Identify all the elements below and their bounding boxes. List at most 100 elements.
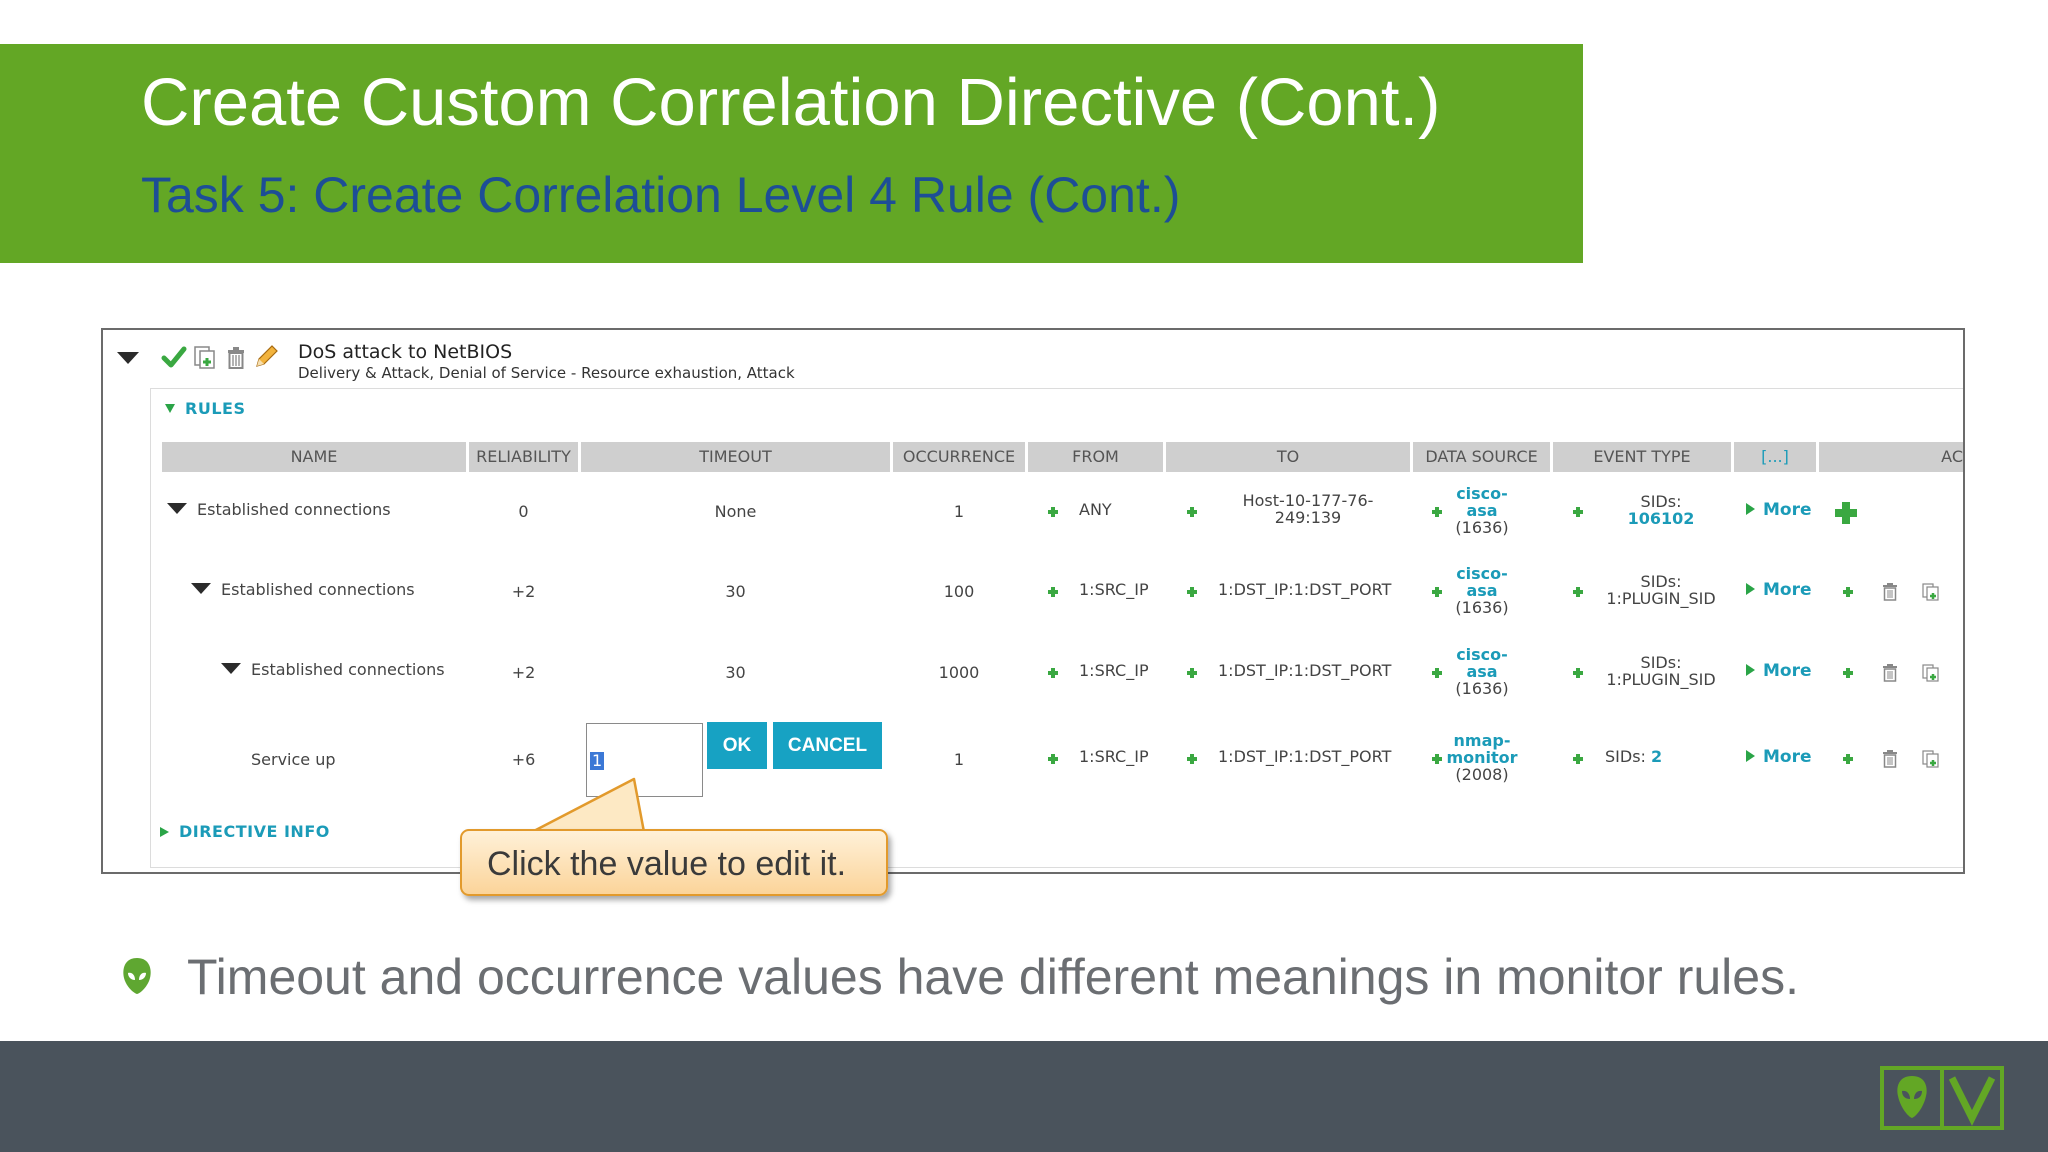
trash-icon[interactable] <box>223 344 249 370</box>
rule-name-cell[interactable]: Established connections <box>221 660 445 679</box>
add-to-icon[interactable] <box>1187 754 1197 764</box>
data-source-count: (1636) <box>1455 518 1509 537</box>
to-value[interactable]: 1:DST_IP:1:DST_PORT <box>1218 661 1391 680</box>
data-source-count: (1636) <box>1455 598 1509 617</box>
timeout-value[interactable]: 30 <box>581 582 890 601</box>
collapse-rule-icon[interactable] <box>191 583 211 594</box>
ok-button[interactable]: OK <box>707 722 767 769</box>
delete-rule-icon[interactable] <box>1883 583 1897 601</box>
directive-name: DoS attack to NetBIOS <box>298 341 513 363</box>
event-type-value[interactable]: SIDs: 1:PLUGIN_SID <box>1596 654 1726 688</box>
data-source-value[interactable]: cisco-asa (1636) <box>1437 646 1527 697</box>
to-value[interactable]: 1:DST_IP:1:DST_PORT <box>1218 580 1391 599</box>
to-value[interactable]: Host-10-177-76- 249:139 <box>1213 492 1403 526</box>
to-line-2: 249:139 <box>1274 508 1342 527</box>
data-source-count: (1636) <box>1455 679 1509 698</box>
rule-name-cell[interactable]: Established connections <box>191 580 415 599</box>
directive-header: DoS attack to NetBIOS Delivery & Attack,… <box>103 330 1963 390</box>
slide-subtitle: Task 5: Create Correlation Level 4 Rule … <box>141 167 1181 223</box>
col-header-data-source: DATA SOURCE <box>1413 442 1550 472</box>
event-type-value[interactable]: SIDs: 106102 <box>1596 493 1726 527</box>
bullet-text: Timeout and occurrence values have diffe… <box>187 949 1799 1005</box>
more-link[interactable]: More <box>1746 661 1812 681</box>
rule-name-cell[interactable]: Established connections <box>167 500 391 519</box>
add-event-type-icon[interactable] <box>1573 507 1583 517</box>
col-header-event-type: EVENT TYPE <box>1553 442 1731 472</box>
more-link[interactable]: More <box>1746 500 1812 520</box>
reliability-value[interactable]: +2 <box>469 582 578 601</box>
add-from-icon[interactable] <box>1048 668 1058 678</box>
data-source-value[interactable]: cisco-asa (1636) <box>1437 485 1527 536</box>
add-event-type-icon[interactable] <box>1573 754 1583 764</box>
timeout-edit-value: 1 <box>590 751 605 770</box>
add-from-icon[interactable] <box>1048 587 1058 597</box>
occurrence-value[interactable]: 100 <box>893 582 1025 601</box>
add-from-icon[interactable] <box>1048 754 1058 764</box>
callout-text: Click the value to edit it. <box>487 845 847 883</box>
col-header-actions: AC <box>1819 442 1963 472</box>
more-link[interactable]: More <box>1746 747 1812 767</box>
directive-info-toggle[interactable]: DIRECTIVE INFO <box>160 822 330 841</box>
add-from-icon[interactable] <box>1048 507 1058 517</box>
callout: Click the value to edit it. <box>460 829 888 896</box>
add-rule-icon[interactable] <box>1843 668 1853 678</box>
add-to-icon[interactable] <box>1187 507 1197 517</box>
check-icon[interactable] <box>161 344 187 370</box>
data-source-value[interactable]: nmap-monitor (2008) <box>1437 732 1527 783</box>
collapse-rule-icon[interactable] <box>167 503 187 514</box>
col-header-to: TO <box>1166 442 1410 472</box>
col-header-more-columns[interactable]: [...] <box>1734 442 1816 472</box>
alien-head-icon <box>123 958 151 994</box>
event-type-value[interactable]: SIDs: 2 <box>1605 747 1662 766</box>
delete-rule-icon[interactable] <box>1883 664 1897 682</box>
reliability-value[interactable]: +2 <box>469 663 578 682</box>
directive-taxonomy: Delivery & Attack, Denial of Service - R… <box>298 364 795 382</box>
collapse-directive-icon[interactable] <box>117 352 139 364</box>
sids-value: 1:PLUGIN_SID <box>1606 589 1716 608</box>
sids-label: SIDs: <box>1605 747 1646 766</box>
pencil-icon[interactable] <box>253 344 279 370</box>
col-header-occurrence: OCCURRENCE <box>893 442 1025 472</box>
from-value[interactable]: ANY <box>1079 500 1112 519</box>
alienvault-logo <box>1880 1066 2004 1130</box>
reliability-value[interactable]: 0 <box>469 502 578 521</box>
sids-value: 106102 <box>1627 509 1695 528</box>
add-event-type-icon[interactable] <box>1573 587 1583 597</box>
add-rule-icon[interactable] <box>1835 502 1857 524</box>
from-value[interactable]: 1:SRC_IP <box>1079 747 1149 766</box>
to-value[interactable]: 1:DST_IP:1:DST_PORT <box>1218 747 1391 766</box>
event-type-value[interactable]: SIDs: 1:PLUGIN_SID <box>1596 573 1726 607</box>
from-value[interactable]: 1:SRC_IP <box>1079 580 1149 599</box>
add-event-type-icon[interactable] <box>1573 668 1583 678</box>
sids-value: 2 <box>1651 747 1663 766</box>
slide-title: Create Custom Correlation Directive (Con… <box>141 65 1441 140</box>
rule-name: Established connections <box>251 660 445 679</box>
from-value[interactable]: 1:SRC_IP <box>1079 661 1149 680</box>
cancel-button[interactable]: CANCEL <box>773 722 882 769</box>
data-source-count: (2008) <box>1455 765 1509 784</box>
collapse-rule-icon[interactable] <box>221 663 241 674</box>
copy-rule-icon[interactable] <box>1921 749 1941 769</box>
timeout-value[interactable]: None <box>581 502 890 521</box>
timeout-value[interactable]: 30 <box>581 663 890 682</box>
occurrence-value[interactable]: 1000 <box>893 663 1025 682</box>
copy-icon[interactable] <box>191 344 217 370</box>
copy-rule-icon[interactable] <box>1921 663 1941 683</box>
add-to-icon[interactable] <box>1187 587 1197 597</box>
reliability-value[interactable]: +6 <box>469 750 578 769</box>
sids-value: 1:PLUGIN_SID <box>1606 670 1716 689</box>
add-rule-icon[interactable] <box>1843 587 1853 597</box>
data-source-value[interactable]: cisco-asa (1636) <box>1437 565 1527 616</box>
delete-rule-icon[interactable] <box>1883 750 1897 768</box>
copy-rule-icon[interactable] <box>1921 582 1941 602</box>
col-header-reliability: RELIABILITY <box>469 442 578 472</box>
rule-name[interactable]: Service up <box>251 750 336 769</box>
rule-name: Established connections <box>197 500 391 519</box>
rule-name: Established connections <box>221 580 415 599</box>
rules-section-toggle[interactable]: RULES <box>165 399 245 418</box>
occurrence-value[interactable]: 1 <box>893 750 1025 769</box>
add-rule-icon[interactable] <box>1843 754 1853 764</box>
more-link[interactable]: More <box>1746 580 1812 600</box>
occurrence-value[interactable]: 1 <box>893 502 1025 521</box>
add-to-icon[interactable] <box>1187 668 1197 678</box>
